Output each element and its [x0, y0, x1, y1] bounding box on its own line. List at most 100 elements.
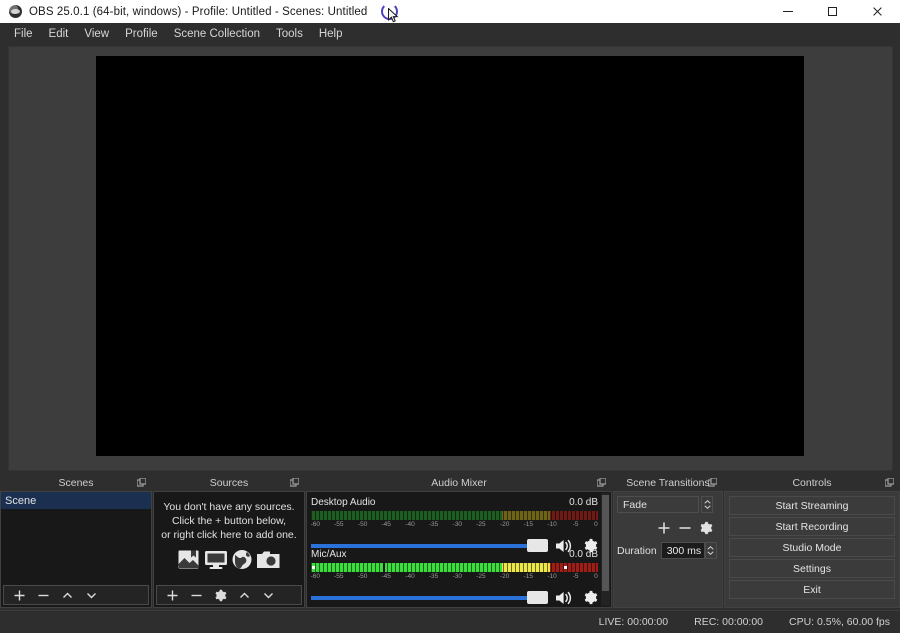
- transition-properties-button[interactable]: [699, 521, 713, 535]
- add-source-button[interactable]: [161, 586, 183, 604]
- channel-controls: [311, 589, 598, 606]
- move-source-up-button[interactable]: [233, 586, 255, 604]
- undock-icon[interactable]: [597, 478, 606, 487]
- mixer-scrollbar-thumb[interactable]: [602, 495, 609, 591]
- maximize-icon: [828, 7, 837, 16]
- move-scene-down-button[interactable]: [80, 586, 102, 604]
- move-source-down-button[interactable]: [257, 586, 279, 604]
- close-button[interactable]: [855, 0, 900, 23]
- status-bar: LIVE: 00:00:00 REC: 00:00:00 CPU: 0.5%, …: [0, 610, 900, 633]
- sources-empty-state: You don't have any sources. Click the + …: [154, 500, 304, 584]
- menu-item-profile[interactable]: Profile: [117, 25, 166, 43]
- scale-label: -45: [381, 521, 391, 528]
- obs-logo-icon: [9, 5, 22, 18]
- menu-bar: File Edit View Profile Scene Collection …: [0, 23, 900, 44]
- duration-label: Duration: [617, 544, 657, 557]
- sources-toolbar: [156, 585, 302, 605]
- sources-empty-line-2: Click the + button below,: [171, 515, 287, 527]
- remove-transition-button[interactable]: [678, 521, 692, 535]
- scale-label: -35: [428, 521, 439, 528]
- sources-dock-body[interactable]: You don't have any sources. Click the + …: [153, 491, 305, 608]
- chevron-up-icon: [703, 500, 711, 504]
- image-source-icon: [178, 550, 199, 569]
- browser-source-icon: [232, 550, 252, 569]
- sources-dock-title: Sources: [153, 475, 305, 491]
- transition-select-spinner[interactable]: [701, 496, 713, 513]
- audio-mixer-dock: Audio Mixer Desktop Audio 0.0 dB -60 -55…: [306, 475, 612, 608]
- channel-header: Mic/Aux 0.0 dB: [311, 549, 598, 560]
- source-properties-button[interactable]: [209, 586, 231, 604]
- remove-scene-button[interactable]: [32, 586, 54, 604]
- menu-item-view[interactable]: View: [76, 25, 117, 43]
- mixer-dock-title: Audio Mixer: [306, 475, 612, 491]
- preview-area[interactable]: [8, 46, 893, 471]
- status-cpu: CPU: 0.5%, 60.00 fps: [789, 616, 890, 628]
- scale-label: -60: [310, 573, 320, 580]
- scene-transitions-dock: Scene Transitions Fade Duration 300 ms: [613, 475, 723, 608]
- undock-icon[interactable]: [290, 478, 299, 487]
- channel-name: Mic/Aux: [311, 549, 347, 560]
- duration-row: Duration 300 ms: [617, 542, 717, 559]
- menu-item-edit[interactable]: Edit: [41, 25, 77, 43]
- scenes-dock-title: Scenes: [0, 475, 152, 491]
- sources-empty-icons: [177, 549, 281, 570]
- volume-slider[interactable]: [311, 538, 548, 552]
- transitions-title-label: Scene Transitions: [626, 477, 710, 489]
- scenes-toolbar: [3, 585, 149, 605]
- add-transition-button[interactable]: [657, 521, 671, 535]
- scale-label: -20: [500, 573, 510, 580]
- preview-canvas[interactable]: [96, 56, 804, 456]
- scale-label: -50: [357, 521, 368, 528]
- settings-button[interactable]: Settings: [729, 559, 895, 578]
- maximize-button[interactable]: [810, 0, 855, 23]
- start-recording-button[interactable]: Start Recording: [729, 517, 895, 536]
- speaker-icon[interactable]: [555, 590, 574, 606]
- transition-select[interactable]: Fade: [617, 496, 699, 513]
- status-rec: REC: 00:00:00: [694, 616, 764, 628]
- remove-source-button[interactable]: [185, 586, 207, 604]
- mixer-title-label: Audio Mixer: [431, 477, 487, 489]
- scale-label: -45: [381, 573, 391, 580]
- duration-input[interactable]: 300 ms: [660, 542, 705, 559]
- exit-button[interactable]: Exit: [729, 580, 895, 599]
- scene-list[interactable]: Scene: [1, 492, 151, 584]
- menu-item-scene-collection[interactable]: Scene Collection: [166, 25, 268, 43]
- window-controls: [765, 0, 900, 23]
- meter-ticks: [311, 563, 598, 572]
- scene-list-item[interactable]: Scene: [1, 492, 151, 509]
- undock-icon[interactable]: [708, 478, 717, 487]
- meter-scale: -60 -55 -50 -45 -40 -35 -30 -25 -20 -15 …: [311, 521, 598, 532]
- chevron-down-icon: [703, 505, 711, 509]
- undock-icon[interactable]: [885, 478, 894, 487]
- move-scene-up-button[interactable]: [56, 586, 78, 604]
- scale-label: -35: [428, 573, 439, 580]
- undock-icon[interactable]: [137, 478, 146, 487]
- close-icon: [872, 6, 883, 17]
- menu-item-help[interactable]: Help: [311, 25, 351, 43]
- menu-item-file[interactable]: File: [6, 25, 41, 43]
- volume-slider[interactable]: [311, 590, 548, 604]
- scale-label: -5: [572, 573, 579, 580]
- scale-label: -40: [405, 521, 415, 528]
- volume-slider-handle[interactable]: [527, 590, 548, 604]
- gear-icon[interactable]: [583, 590, 598, 605]
- scenes-title-label: Scenes: [58, 477, 94, 489]
- scenes-dock-body: Scene: [0, 491, 152, 608]
- add-scene-button[interactable]: [8, 586, 30, 604]
- display-capture-icon: [205, 551, 227, 569]
- sources-title-label: Sources: [209, 477, 249, 489]
- start-streaming-button[interactable]: Start Streaming: [729, 496, 895, 515]
- scale-label: -25: [476, 573, 486, 580]
- meter-clip-indicator: [312, 566, 315, 569]
- gear-icon: [214, 589, 226, 601]
- menu-item-tools[interactable]: Tools: [268, 25, 311, 43]
- minimize-button[interactable]: [765, 0, 810, 23]
- mixer-scrollbar[interactable]: [601, 493, 610, 606]
- chevron-down-icon: [707, 551, 714, 555]
- scale-label: -55: [334, 573, 344, 580]
- camera-source-icon: [257, 551, 280, 568]
- scale-label: -5: [572, 521, 579, 528]
- transitions-tools: [617, 517, 719, 539]
- duration-spinner[interactable]: [704, 542, 717, 559]
- studio-mode-button[interactable]: Studio Mode: [729, 538, 895, 557]
